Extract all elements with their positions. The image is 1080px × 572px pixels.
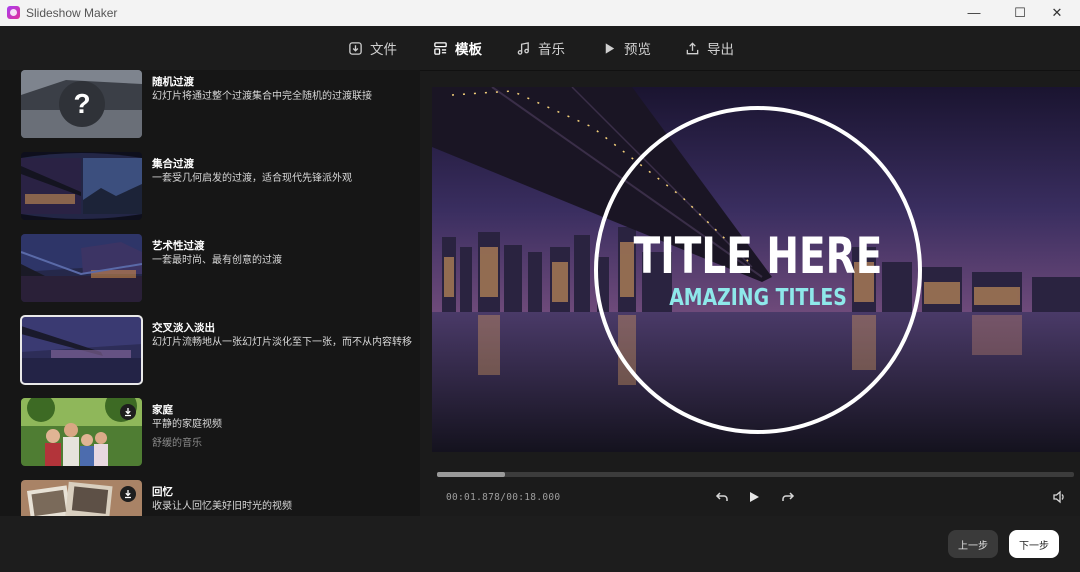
- tab-templates-label: 模板: [455, 42, 482, 57]
- preview-canvas: TITLE HERE AMAZING TITLES: [432, 87, 1080, 452]
- export-icon: [686, 41, 699, 54]
- footer-bar: [0, 516, 1080, 572]
- window-title: Slideshow Maker: [26, 6, 118, 20]
- minimize-button[interactable]: —: [951, 0, 997, 26]
- music-icon: [517, 41, 529, 55]
- forward-icon: [782, 492, 795, 501]
- template-description: 一套受几何启发的过渡，适合现代先锋派外观: [152, 173, 352, 184]
- template-item-crossfade[interactable]: 交叉淡入淡出 幻灯片流畅地从一张幻灯片淡化至下一张，而不从内容转移: [20, 315, 412, 386]
- template-item-memories[interactable]: 回忆 收录让人回忆美好旧时光的视频: [21, 480, 411, 516]
- preview-title-text: TITLE HERE: [634, 226, 883, 285]
- download-icon[interactable]: [120, 486, 136, 502]
- template-description: 收录让人回忆美好旧时光的视频: [152, 501, 292, 512]
- preview-subtitle-text: AMAZING TITLES: [669, 283, 847, 310]
- tab-music[interactable]: 音乐: [516, 38, 565, 58]
- template-title: 家庭: [152, 404, 173, 416]
- template-music-note: 舒缓的音乐: [152, 438, 202, 449]
- forward-button[interactable]: [779, 488, 797, 506]
- tab-music-label: 音乐: [538, 42, 565, 57]
- window-title-bar: Slideshow Maker — ☐ ✕: [0, 0, 1080, 26]
- template-description: 幻灯片将通过整个过渡集合中完全随机的过渡联接: [152, 91, 372, 102]
- tab-file-label: 文件: [370, 42, 397, 57]
- playback-progress-bar[interactable]: [437, 472, 1074, 477]
- tab-templates[interactable]: 模板: [433, 38, 482, 58]
- template-thumbnail: [21, 480, 142, 516]
- template-thumbnail: [21, 152, 142, 220]
- template-title: 艺术性过渡: [152, 240, 205, 252]
- play-icon: [605, 42, 615, 54]
- time-total: 00:18.000: [506, 492, 561, 503]
- tab-export-label: 导出: [707, 42, 734, 57]
- template-item-artistic[interactable]: 艺术性过渡 一套最时尚、最有创意的过渡: [21, 234, 411, 304]
- play-icon: [750, 492, 759, 502]
- question-icon: ?: [73, 88, 90, 119]
- template-item-geometric[interactable]: 集合过渡 一套受几何启发的过渡，适合现代先锋派外观: [21, 152, 411, 222]
- template-title: 回忆: [152, 486, 173, 498]
- playback-timecode: 00:01.878/00:18.000: [446, 492, 560, 503]
- tab-preview-label: 预览: [624, 42, 651, 57]
- tab-preview[interactable]: 预览: [602, 38, 651, 58]
- template-item-random[interactable]: ? 随机过渡 幻灯片将通过整个过渡集合中完全随机的过渡联接: [21, 70, 411, 140]
- template-thumbnail: [21, 398, 142, 466]
- template-description: 平静的家庭视频: [152, 419, 222, 430]
- template-description: 幻灯片流畅地从一张幻灯片淡化至下一张，而不从内容转移: [152, 337, 412, 348]
- template-thumbnail: ?: [21, 70, 142, 138]
- close-button[interactable]: ✕: [1034, 0, 1080, 26]
- play-button[interactable]: [745, 488, 763, 506]
- template-title: 交叉淡入淡出: [152, 322, 215, 334]
- tab-export[interactable]: 导出: [685, 38, 734, 58]
- volume-button[interactable]: [1050, 488, 1068, 506]
- template-item-family[interactable]: 家庭 平静的家庭视频 舒缓的音乐: [21, 398, 411, 468]
- rewind-icon: [715, 492, 728, 501]
- template-title: 集合过渡: [152, 158, 194, 170]
- previous-step-button[interactable]: 上一步: [948, 530, 998, 558]
- playback-progress-fill: [437, 472, 506, 477]
- file-import-icon: [349, 41, 362, 55]
- template-description: 一套最时尚、最有创意的过渡: [152, 255, 282, 266]
- download-icon[interactable]: [120, 404, 136, 420]
- tab-file[interactable]: 文件: [348, 38, 397, 58]
- volume-icon: [1053, 490, 1064, 504]
- time-current: 00:01.878: [446, 492, 501, 503]
- app-logo-icon: [7, 6, 20, 19]
- rewind-button[interactable]: [713, 488, 731, 506]
- template-list[interactable]: ? 随机过渡 幻灯片将通过整个过渡集合中完全随机的过渡联接 集合过渡 一套受几何…: [0, 70, 420, 516]
- top-navigation: 文件 模板 音乐 预览 导出: [0, 26, 1080, 71]
- template-icon: [434, 41, 447, 55]
- template-title: 随机过渡: [152, 76, 194, 88]
- next-step-button[interactable]: 下一步: [1009, 530, 1059, 558]
- template-thumbnail: [21, 234, 142, 302]
- template-thumbnail-selected: [20, 315, 143, 385]
